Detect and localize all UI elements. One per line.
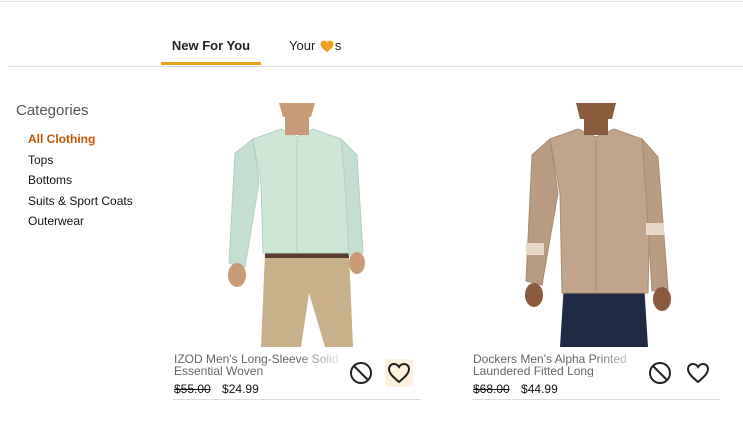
price-block: $68.00 $44.99 <box>473 382 558 396</box>
active-tab-underline <box>161 62 261 65</box>
product-card[interactable]: IZOD Men's Long-Sleeve Solid Essential W… <box>173 103 421 400</box>
tab-your-prefix: Your <box>289 38 316 53</box>
product-image[interactable] <box>173 103 421 347</box>
card-divider <box>173 399 421 400</box>
category-sidebar: Categories All Clothing Tops Bottoms Sui… <box>16 102 166 232</box>
price-block: $55.00 $24.99 <box>174 382 259 396</box>
original-price: $55.00 <box>174 382 211 396</box>
not-interested-button[interactable] <box>646 359 674 387</box>
product-title[interactable]: Dockers Men's Alpha Printed Laundered Fi… <box>473 353 648 377</box>
original-price: $68.00 <box>473 382 510 396</box>
sale-price: $24.99 <box>222 382 259 396</box>
category-item-all-clothing[interactable]: All Clothing <box>28 129 166 150</box>
tab-bar: New For You Your s <box>8 30 743 67</box>
heart-outline-icon <box>686 362 710 384</box>
product-title[interactable]: IZOD Men's Long-Sleeve Solid Essential W… <box>174 353 349 377</box>
tab-your-favorites[interactable]: Your s <box>289 38 341 57</box>
card-divider <box>472 399 720 400</box>
tab-your-suffix: s <box>334 38 342 53</box>
category-item-tops[interactable]: Tops <box>28 150 166 171</box>
heart-filled-icon <box>320 40 334 57</box>
categories-heading: Categories <box>16 102 89 119</box>
block-icon <box>649 362 671 384</box>
sale-price: $44.99 <box>521 382 558 396</box>
favorite-button[interactable] <box>385 359 413 387</box>
category-list: All Clothing Tops Bottoms Suits & Sport … <box>16 129 166 232</box>
favorite-button[interactable] <box>684 359 712 387</box>
category-item-suits-sport-coats[interactable]: Suits & Sport Coats <box>28 191 166 212</box>
category-item-bottoms[interactable]: Bottoms <box>28 170 166 191</box>
not-interested-button[interactable] <box>347 359 375 387</box>
heart-outline-icon <box>387 362 411 384</box>
product-image[interactable] <box>472 103 720 347</box>
product-card[interactable]: Dockers Men's Alpha Printed Laundered Fi… <box>472 103 720 400</box>
top-divider <box>0 1 743 2</box>
block-icon <box>350 362 372 384</box>
tab-new-for-you[interactable]: New For You <box>161 38 261 54</box>
category-item-outerwear[interactable]: Outerwear <box>28 211 166 232</box>
